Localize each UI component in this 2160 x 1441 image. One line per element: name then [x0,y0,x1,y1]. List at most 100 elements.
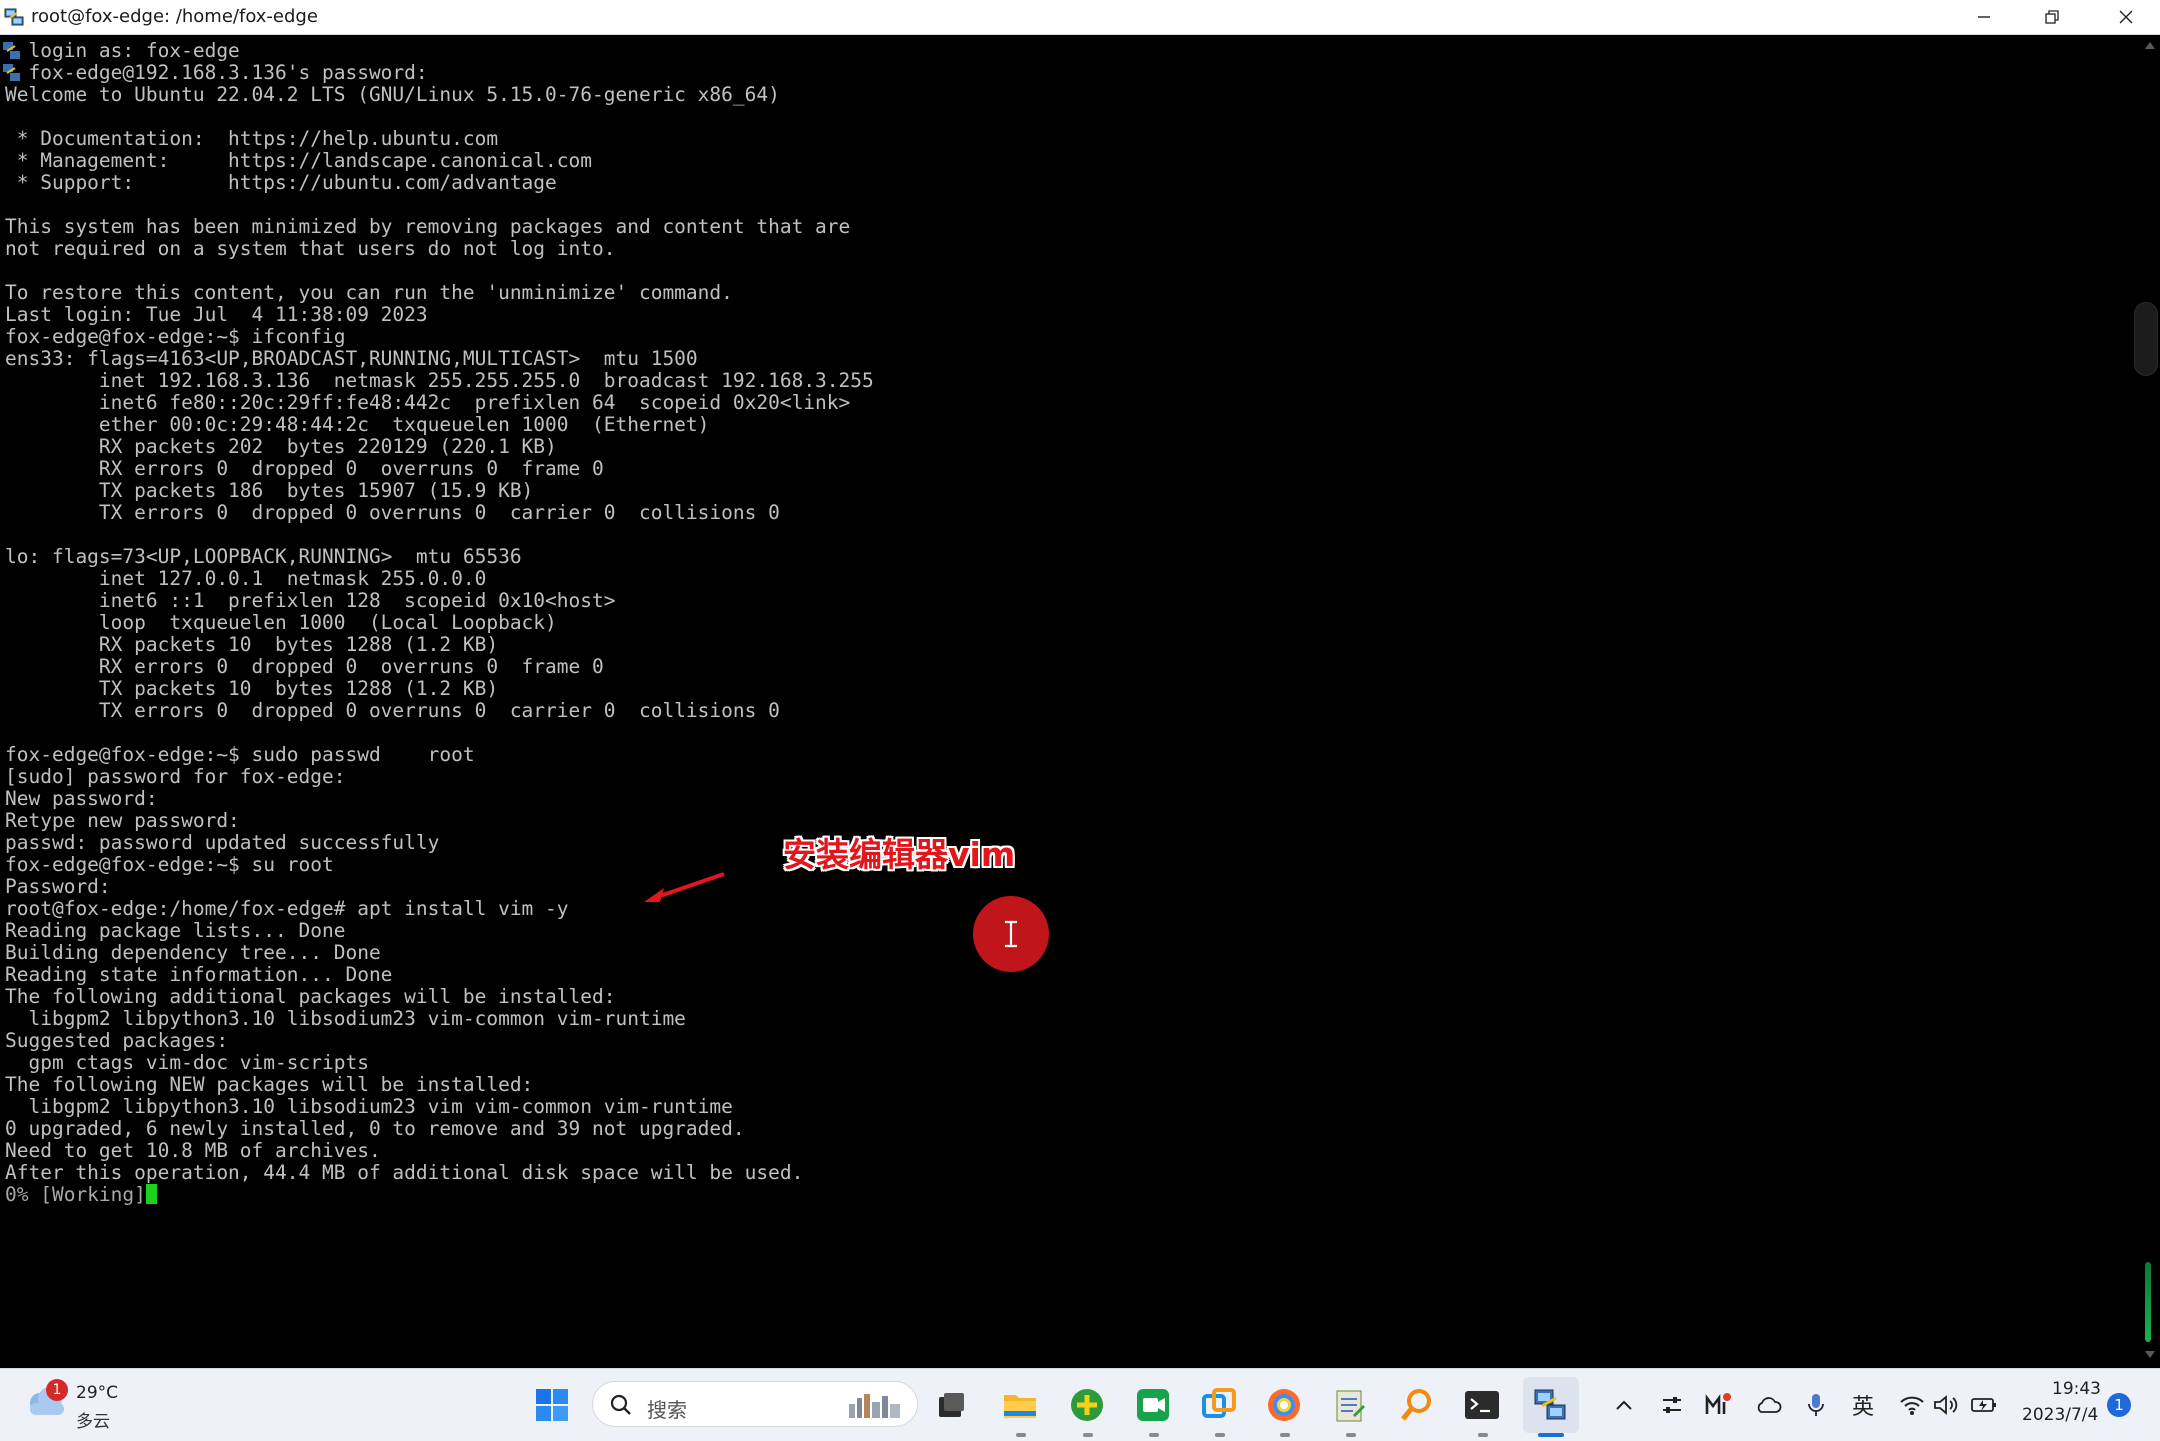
notification-badge[interactable]: 1 [2107,1393,2131,1417]
onedrive-button[interactable] [1752,1389,1784,1421]
terminal-text: login as: fox-edge fox-edge@192.168.3.13… [5,40,874,1206]
close-icon [2119,10,2133,24]
scroll-up-icon[interactable] [2144,40,2156,50]
start-button[interactable] [530,1383,574,1427]
terminal-line: root@fox-edge:/home/fox-edge# apt instal… [5,897,569,920]
app-tray-icon [1705,1393,1731,1414]
search-placeholder: 搜索 [647,1398,687,1422]
terminal-line: ether 00:0c:29:48:44:2c txqueuelen 1000 … [5,413,710,436]
terminal-line: ens33: flags=4163<UP,BROADCAST,RUNNING,M… [5,347,698,370]
clock-time[interactable]: 19:43 [2052,1379,2101,1399]
terminal-line: * Management: https://landscape.canonica… [5,149,592,172]
wifi-button[interactable] [1896,1389,1928,1421]
terminal-line: inet 192.168.3.136 netmask 255.255.255.0… [5,369,874,392]
terminal-line: lo: flags=73<UP,LOOPBACK,RUNNING> mtu 65… [5,545,522,568]
notepad-icon [1336,1390,1365,1422]
terminal-line: RX errors 0 dropped 0 overruns 0 frame 0 [5,655,604,678]
putty-icon [1534,1389,1566,1420]
restore-button[interactable] [2018,0,2086,34]
battery-charging-icon [1971,1398,1996,1412]
taskbar-search-box[interactable]: 搜索 [592,1381,918,1427]
terminal-line: TX packets 186 bytes 15907 (15.9 KB) [5,479,534,502]
task-view-button[interactable] [930,1383,974,1427]
terminal-line: passwd: password updated successfully [5,831,440,854]
terminal-line: fox-edge@fox-edge:~$ su root [5,853,334,876]
close-button[interactable] [2092,0,2160,34]
volume-button[interactable] [1930,1389,1962,1421]
weather-description: 多云 [76,1412,110,1432]
terminal-line: fox-edge@192.168.3.136's password: [5,61,428,84]
ime-button[interactable]: 英 [1847,1389,1879,1421]
terminal-line: login as: fox-edge [5,39,240,62]
clock-date[interactable]: 2023/7/4 [2022,1405,2098,1425]
terminal-line: RX packets 202 bytes 220129 (220.1 KB) [5,435,557,458]
terminal-line: Password: [5,875,111,898]
terminal-line: This system has been minimized by removi… [5,215,851,238]
tray-settings-button[interactable] [1656,1389,1688,1421]
terminal-line: Need to get 10.8 MB of archives. [5,1139,381,1162]
video-meeting-button[interactable] [1131,1383,1175,1427]
terminal-line: Last login: Tue Jul 4 11:38:09 2023 [5,303,428,326]
putty-icon [4,8,24,26]
window-title: root@fox-edge: /home/fox-edge [31,6,318,27]
terminal-line: TX errors 0 dropped 0 overruns 0 carrier… [5,501,780,524]
terminal-line: inet6 fe80::20c:29ff:fe48:442c prefixlen… [5,391,851,414]
terminal-line: Reading package lists... Done [5,919,346,942]
tray-app-button[interactable] [1702,1389,1734,1421]
battery-button[interactable] [1968,1389,2000,1421]
terminal-line: RX errors 0 dropped 0 overruns 0 frame 0 [5,457,604,480]
folder-icon [1004,1395,1036,1418]
terminal-line: After this operation, 44.4 MB of additio… [5,1161,804,1184]
wifi-icon [1900,1396,1924,1415]
ime-label: 英 [1851,1395,1874,1420]
minimize-button[interactable] [1950,0,2018,34]
notepad-button[interactable] [1328,1383,1372,1427]
browser-button[interactable] [1262,1383,1306,1427]
arrow-icon [644,872,725,902]
scroll-down-icon[interactable] [2144,1350,2156,1360]
terminal-line: The following NEW packages will be insta… [5,1073,534,1096]
browser-icon [1268,1389,1300,1421]
scrollbar-thumb[interactable] [2134,302,2158,376]
terminal-line: * Documentation: https://help.ubuntu.com [5,127,499,150]
terminal-line: Welcome to Ubuntu 22.04.2 LTS (GNU/Linux… [5,83,780,106]
show-hidden-icons-button[interactable] [1608,1389,1640,1421]
putty-button[interactable] [1529,1383,1573,1427]
terminal-line: * Support: https://ubuntu.com/advantage [5,171,557,194]
terminal-line: fox-edge@fox-edge:~$ ifconfig [5,325,346,348]
terminal-line: inet 127.0.0.1 netmask 255.0.0.0 [5,567,487,590]
file-explorer-button[interactable] [998,1383,1042,1427]
green-plus-app-button[interactable] [1065,1383,1109,1427]
sliders-icon [1663,1397,1681,1413]
weather-alert-badge: 1 [46,1379,68,1401]
search-highlight-icon [849,1394,900,1418]
active-app-indicator [1538,1433,1564,1437]
weather-temperature: 29°C [76,1383,119,1403]
taskbar: 1 29°C 多云 搜索 英 19:43 2023/7/4 1 [0,1368,2160,1441]
terminal-button[interactable] [1460,1383,1504,1427]
terminal-line: 0% [Working] [5,1184,874,1206]
weather-widget[interactable]: 1 29°C 多云 [22,1379,132,1433]
terminal-line: libgpm2 libpython3.10 libsodium23 vim vi… [5,1095,733,1118]
terminal-output[interactable]: login as: fox-edge fox-edge@192.168.3.13… [0,35,2132,1368]
terminal-line: inet6 ::1 prefixlen 128 scopeid 0x10<hos… [5,589,616,612]
terminal-line: Suggested packages: [5,1029,229,1052]
terminal-line: TX errors 0 dropped 0 overruns 0 carrier… [5,699,780,722]
terminal-line: Building dependency tree... Done [5,941,381,964]
terminal-icon [1465,1391,1499,1419]
microphone-button[interactable] [1800,1389,1832,1421]
remote-app-button[interactable] [1197,1383,1241,1427]
terminal-line: not required on a system that users do n… [5,237,616,260]
annotation-label: 安装编辑器vim [783,835,1016,874]
volume-icon [1934,1395,1958,1415]
terminal-scrollbar[interactable] [2132,35,2160,1368]
terminal-cursor [145,1184,157,1204]
search-tool-button[interactable] [1395,1383,1439,1427]
terminal-line: To restore this content, you can run the… [5,281,733,304]
window-title-bar[interactable]: root@fox-edge: /home/fox-edge [0,0,2160,35]
terminal-line: The following additional packages will b… [5,985,616,1008]
